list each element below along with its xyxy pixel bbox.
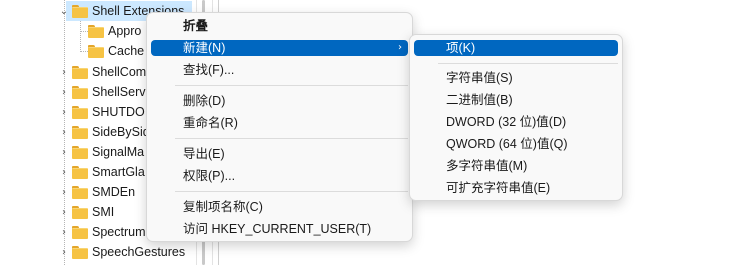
chevron-right-icon[interactable]: › [59,162,69,182]
menu-item-label: 可扩充字符串值(E) [446,181,551,195]
menu-item-copy-key-name[interactable]: 复制项名称(C) [151,199,408,215]
submenu-item-multi-string-value[interactable]: 多字符串值(M) [414,158,618,174]
tree-item-label: SpeechGestures [92,245,186,259]
menu-item-label: 导出(E) [183,147,225,161]
context-menu: 折叠 新建(N) › 查找(F)... 删除(D) 重命名(R) 导出(E) 权… [146,12,413,242]
tree-item-label: Cache [108,44,145,58]
tree-item-label: SMDEn [92,185,136,199]
menu-item-export[interactable]: 导出(E) [151,146,408,162]
folder-icon [72,126,88,139]
submenu-item-key[interactable]: 项(K) [414,40,618,56]
folder-icon [72,66,88,79]
submenu-item-binary-value[interactable]: 二进制值(B) [414,92,618,108]
menu-item-new[interactable]: 新建(N) › [151,40,408,56]
folder-icon [72,206,88,219]
tree-item-label: SideBySid [92,125,150,139]
menu-item-permissions[interactable]: 权限(P)... [151,168,408,184]
menu-item-label: 多字符串值(M) [446,159,528,173]
new-submenu: 项(K) 字符串值(S) 二进制值(B) DWORD (32 位)值(D) QW… [409,34,623,201]
menu-item-label: 权限(P)... [183,169,236,183]
chevron-right-icon[interactable]: › [59,102,69,122]
tree-item-label: SignalMa [92,145,145,159]
menu-item-label: 新建(N) [183,41,226,55]
folder-icon [88,25,104,38]
menu-item-find[interactable]: 查找(F)... [151,62,408,78]
menu-item-label: QWORD (64 位)值(Q) [446,137,568,151]
menu-separator [438,63,618,64]
folder-icon [72,166,88,179]
folder-icon [72,226,88,239]
chevron-right-icon[interactable]: › [59,82,69,102]
menu-item-label: 二进制值(B) [446,93,513,107]
menu-item-label: 删除(D) [183,94,226,108]
menu-separator [175,191,408,192]
menu-item-delete[interactable]: 删除(D) [151,93,408,109]
chevron-right-icon[interactable]: › [59,122,69,142]
menu-item-label: 访问 HKEY_CURRENT_USER(T) [183,222,372,236]
menu-item-rename[interactable]: 重命名(R) [151,115,408,131]
chevron-right-icon[interactable]: › [59,142,69,162]
submenu-arrow-icon: › [398,42,402,53]
menu-item-label: DWORD (32 位)值(D) [446,115,567,129]
folder-icon [72,86,88,99]
tree-item-label: SHUTDO [92,105,145,119]
menu-separator [175,85,408,86]
submenu-item-dword-value[interactable]: DWORD (32 位)值(D) [414,114,618,130]
folder-icon [72,146,88,159]
tree-item-label: Appro [108,24,142,38]
folder-icon [72,186,88,199]
menu-item-label: 复制项名称(C) [183,200,263,214]
menu-item-label: 重命名(R) [183,116,238,130]
tree-item-label: SMI [92,205,115,219]
menu-item-label: 字符串值(S) [446,71,513,85]
folder-icon [88,45,104,58]
folder-icon [72,5,88,18]
submenu-item-string-value[interactable]: 字符串值(S) [414,70,618,86]
menu-item-label: 查找(F)... [183,63,235,77]
tree-item-label: Spectrum [92,225,146,239]
tree-item-label: ShellServ [92,85,146,99]
menu-separator [175,138,408,139]
menu-item-label: 折叠 [183,19,209,33]
tree-item-label: SmartGla [92,165,145,179]
folder-icon [72,106,88,119]
chevron-right-icon[interactable]: › [59,242,69,262]
folder-icon [72,246,88,259]
chevron-right-icon[interactable]: › [59,202,69,222]
menu-item-collapse[interactable]: 折叠 [151,18,408,34]
chevron-right-icon[interactable]: › [59,182,69,202]
chevron-right-icon[interactable]: › [59,62,69,82]
submenu-item-qword-value[interactable]: QWORD (64 位)值(Q) [414,136,618,152]
chevron-right-icon[interactable]: › [59,222,69,242]
tree-item-label: ShellCom [92,65,147,79]
menu-item-label: 项(K) [446,41,476,55]
menu-item-goto-hkcu[interactable]: 访问 HKEY_CURRENT_USER(T) [151,221,408,237]
submenu-item-expandable-string-value[interactable]: 可扩充字符串值(E) [414,180,618,196]
chevron-down-icon[interactable]: ⌄ [59,1,69,21]
tree-item-speechgestures[interactable]: › SpeechGestures [0,242,200,262]
